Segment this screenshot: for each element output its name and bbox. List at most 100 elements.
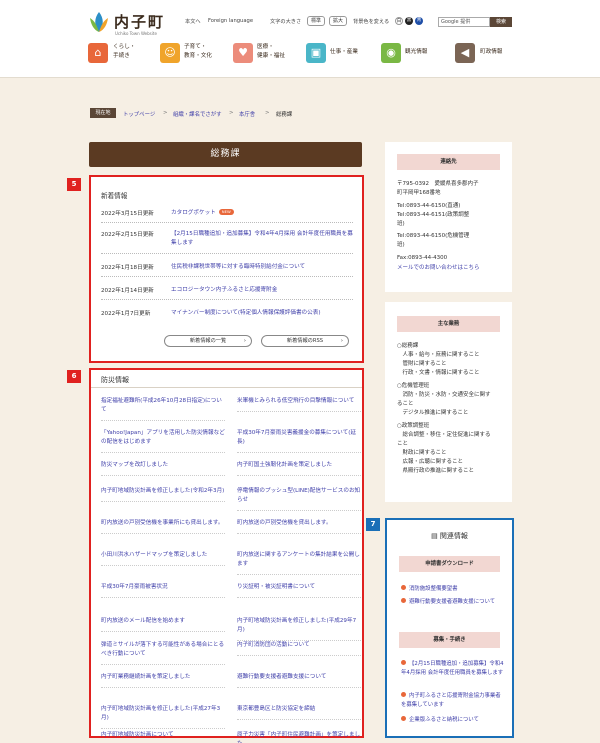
duty-line: 行政・文書・情報に関すること	[397, 370, 480, 376]
disaster-link[interactable]: 「Yahoo!Japan」アプリを活用した防災情報などの配信をはじめます	[101, 429, 225, 454]
duty-line: 人事・給与・庶務に関すること	[397, 352, 480, 358]
foreign-language-link[interactable]: Foreign language	[208, 18, 253, 24]
skip-to-content-link[interactable]: 本文へ	[185, 18, 201, 25]
chevron-right-icon: ›	[243, 338, 246, 344]
disaster-link[interactable]: 町内放送のメール配信を始めます	[101, 617, 225, 633]
duty-line: 広報・広聴に関すること	[397, 459, 464, 465]
briefcase-icon: ▣	[306, 43, 326, 63]
logo-mark-icon	[90, 12, 108, 32]
nav-kurashi[interactable]: ⌂ くらし・ 手続き	[88, 41, 158, 69]
font-large-button[interactable]: 拡大	[329, 16, 347, 26]
breadcrumb-separator: >	[163, 110, 168, 116]
news-date: 2022年1月18日更新	[101, 265, 154, 271]
news-link[interactable]: 【2月15日職種追加・追加募集】令和4年4月採用 会計年度任用職員を募集します	[171, 230, 353, 248]
disaster-link[interactable]: 平成30年7月豪雨被害状況	[101, 583, 225, 599]
duty-line: 総合調整・移住・定住促進に関する	[397, 432, 491, 438]
disaster-link[interactable]: 避難行動要支援者避難支援について	[237, 673, 361, 689]
contact-mail-link[interactable]: メールでのお問い合わせはこちら	[397, 264, 480, 273]
megaphone-icon: ◀	[455, 43, 475, 63]
house-icon: ⌂	[88, 43, 108, 63]
contact-tel: Tel:0893-44-6150(直通)	[397, 203, 461, 209]
breadcrumb-somu: 総務課	[276, 112, 293, 118]
family-icon: ☺	[160, 43, 180, 63]
chevron-right-icon: ›	[340, 338, 343, 344]
site-logo[interactable]: 内子町 Uchiko Town Website	[88, 10, 188, 38]
disaster-link[interactable]: 町内放送に関するアンケートの集計結果を公開します	[237, 551, 361, 576]
disaster-link[interactable]: 平成30年7月豪雨災害義援金の募集について(延長)	[237, 429, 361, 454]
breadcrumb-separator: >	[229, 110, 234, 116]
contact-address: 町平岡甲168番地	[397, 190, 441, 196]
disaster-link[interactable]: 内子町地域防災計画を修正しました(令和2年3月)	[101, 487, 225, 503]
duty-line: 財政に関すること	[397, 450, 447, 456]
bg-white-button[interactable]: 白	[395, 17, 403, 25]
disaster-link[interactable]: 原子力災害「内子町住民避難計画」を策定しました	[237, 731, 361, 743]
page-title: 総務課	[89, 142, 362, 167]
disaster-link[interactable]: 小田川洪水ハザードマップを策定しました	[101, 551, 225, 567]
disaster-link[interactable]: 町内放送の戸別受信機を事業所にも貸出します。	[101, 519, 225, 535]
bg-black-button[interactable]: 黒	[405, 17, 413, 25]
breadcrumb-org[interactable]: 組織・課名でさがす	[173, 110, 222, 118]
breadcrumb-honchosha[interactable]: 本庁舎	[239, 110, 255, 118]
news-date: 2022年1月14日更新	[101, 288, 154, 294]
duty-line: ること	[397, 401, 414, 407]
search-button[interactable]: 検索	[490, 17, 512, 27]
disaster-link[interactable]: 内子町地域防災計画について	[101, 731, 225, 743]
disaster-link[interactable]: 停電情報のプッシュ型(LINE)配信サービスのお知らせ	[237, 487, 361, 512]
disaster-link[interactable]: 内子町消防団の活動について	[237, 641, 361, 657]
recruit-link[interactable]: 内子町ふるさと応援寄附金協力事業者を募集しています	[401, 692, 505, 710]
bullet-icon	[401, 598, 406, 603]
nav-kosodate[interactable]: ☺ 子育て・ 教育・文化	[160, 41, 230, 69]
news-date: 2022年2月15日更新	[101, 232, 154, 238]
nav-iryo[interactable]: ♥ 医療・ 健康・福祉	[233, 41, 303, 69]
duties-box: 主な業務 ○総務課 人事・給与・庶務に関すること 管財に関すること 行政・文書・…	[385, 302, 512, 502]
nav-kanko[interactable]: ◉ 観光情報	[381, 41, 446, 69]
disaster-link[interactable]: 防災マップを改訂しました	[101, 461, 225, 477]
download-link[interactable]: 消防施設整備要望書	[401, 585, 505, 594]
duty-line: ○総務課	[397, 343, 419, 349]
news-panel: 新着情報 2022年3月15日更新 カタログポケット NEW 2022年2月15日…	[89, 175, 364, 363]
disaster-link[interactable]: 東京都豊島区と防災協定を締結	[237, 705, 361, 721]
disaster-link[interactable]: 内子町業務継続計画を策定しました	[101, 673, 225, 689]
news-list-button[interactable]: 新着情報の一覧 ›	[164, 335, 252, 347]
nav-chosei[interactable]: ◀ 町政情報	[455, 41, 517, 69]
breadcrumb-top[interactable]: トップページ	[123, 110, 155, 118]
news-link[interactable]: エコロジータウン内子ふるさと応援寄附金	[171, 286, 353, 295]
nav-shigoto[interactable]: ▣ 仕事・産業	[306, 41, 376, 69]
disaster-link[interactable]: 指定福祉避難所(平成26年10月28日指定)について	[101, 397, 225, 422]
disaster-link[interactable]: 町内放送の戸別受信機を貸出します。	[237, 519, 361, 535]
contact-tel: Tel:0893-44-6151(政策調整	[397, 212, 470, 218]
disaster-link[interactable]: 米軍機とみられる低空飛行の目撃情報について	[237, 397, 361, 413]
duty-line: 消防・防災・水防・交通安全に関す	[397, 392, 491, 398]
search-input[interactable]: Google 提供	[438, 17, 490, 27]
news-link[interactable]: 住民税非課税世帯等に対する臨時特別給付金について	[171, 263, 353, 272]
bullet-icon	[401, 716, 406, 721]
bullet-icon	[401, 660, 406, 665]
news-date: 2022年1月7日更新	[101, 311, 151, 317]
news-rss-button[interactable]: 新着情報のRSS ›	[261, 335, 349, 347]
disaster-link[interactable]: 内子町地域防災計画を修正しました(平成29年7月)	[237, 617, 361, 642]
duty-line: 県殿行政の推進に関すること	[397, 468, 475, 474]
heart-icon: ♥	[233, 43, 253, 63]
breadcrumb-current-label: 現在地	[90, 108, 116, 118]
disaster-link[interactable]: 弾道ミサイルが落下する可能性がある場合にとるべき行動について	[101, 641, 225, 666]
download-link[interactable]: 避難行動要支援者避難支援について	[401, 598, 505, 607]
news-link[interactable]: カタログポケット NEW	[171, 209, 353, 218]
disaster-link[interactable]: り災証明・被災証明書について	[237, 583, 361, 599]
new-badge: NEW	[218, 209, 234, 215]
bullet-icon	[401, 585, 406, 590]
bg-color-label: 背景色を変える	[353, 19, 390, 25]
breadcrumb-separator: >	[265, 110, 270, 116]
disaster-link[interactable]: 内子町国土強靭化計画を策定しました	[237, 461, 361, 477]
contact-box: 連絡先 〒795-0392 愛媛県喜多郡内子 町平岡甲168番地 Tel:089…	[385, 142, 512, 292]
news-link[interactable]: マイナンバー制度について(特定個人情報保護評価書の公表)	[171, 309, 353, 318]
duty-line: ○政策調整班	[397, 423, 430, 429]
global-nav: ⌂ くらし・ 手続き ☺ 子育て・ 教育・文化 ♥ 医療・ 健康・福祉 ▣ 仕事…	[88, 41, 518, 69]
bullet-icon	[401, 692, 406, 697]
recruit-link[interactable]: 企業版ふるさと納税について	[401, 716, 505, 725]
bg-blue-button[interactable]: 青	[415, 17, 423, 25]
font-standard-button[interactable]: 標準	[307, 16, 325, 26]
disaster-link[interactable]: 内子町地域防災計画を修正しました(平成27年3月)	[101, 705, 225, 730]
news-heading: 新着情報	[101, 192, 128, 200]
font-size-label: 文字の大きさ	[270, 19, 302, 25]
recruit-link[interactable]: 【2月15日職種追加・追加募集】令和4年4月採用 会計年度任用職員を募集します	[401, 660, 505, 678]
